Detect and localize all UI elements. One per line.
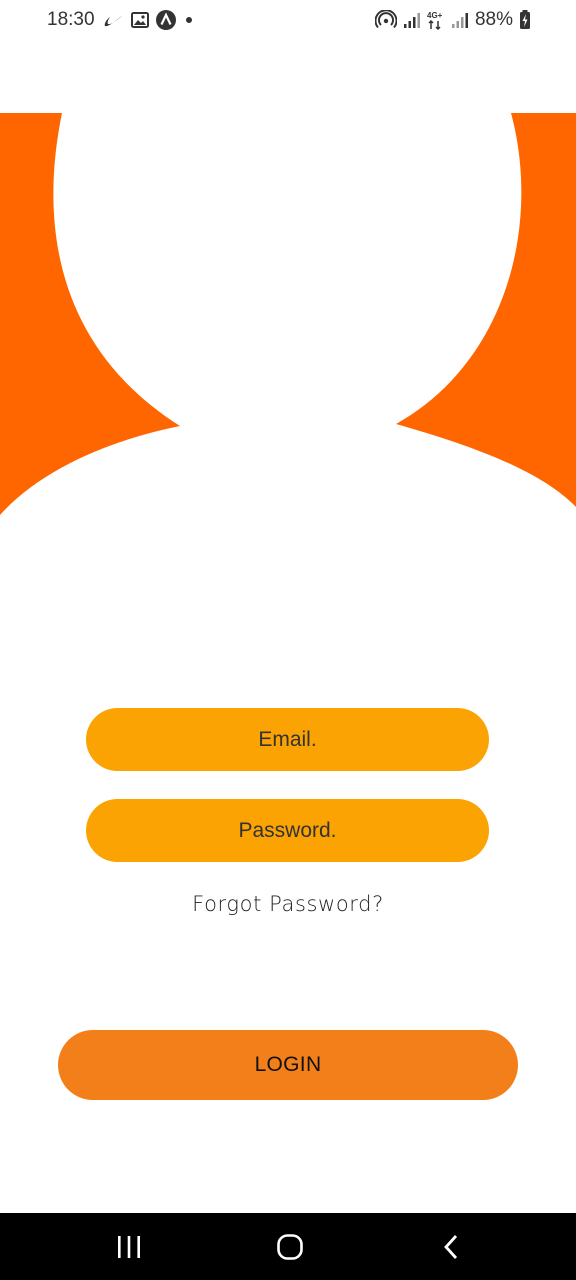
- back-button[interactable]: [411, 1213, 491, 1280]
- system-nav-bar: [0, 1213, 576, 1280]
- login-screen: 18:30 4G+ 88% Email. Forgot Password? LO…: [0, 0, 576, 1280]
- battery-charging-icon: [519, 10, 531, 30]
- email-field[interactable]: [86, 708, 489, 771]
- network-4g-icon: 4G+: [427, 10, 445, 30]
- recents-icon: [116, 1235, 142, 1259]
- nike-swoosh-icon: [104, 11, 124, 29]
- battery-percent: 88%: [474, 9, 513, 30]
- status-notification-icons: [104, 10, 195, 30]
- hotspot-icon: [374, 10, 397, 30]
- hero-person-graphic: [0, 113, 576, 560]
- recents-button[interactable]: [89, 1213, 169, 1280]
- dot-icon: [183, 14, 195, 26]
- status-bar: 18:30 4G+ 88%: [0, 0, 576, 42]
- login-button[interactable]: LOGIN: [58, 1030, 518, 1100]
- status-system-icons: 4G+ 88%: [374, 9, 531, 31]
- signal-icon-2: [451, 11, 469, 29]
- password-field[interactable]: [86, 799, 489, 862]
- signal-icon: [403, 11, 421, 29]
- home-button[interactable]: [250, 1213, 330, 1280]
- status-time: 18:30: [47, 9, 95, 30]
- network-type-label: 4G+: [427, 11, 443, 20]
- app-a-icon: [156, 10, 176, 30]
- gallery-icon: [131, 12, 149, 28]
- back-icon: [441, 1234, 461, 1260]
- forgot-password-link[interactable]: Forgot Password?: [0, 892, 576, 916]
- home-icon: [276, 1233, 304, 1261]
